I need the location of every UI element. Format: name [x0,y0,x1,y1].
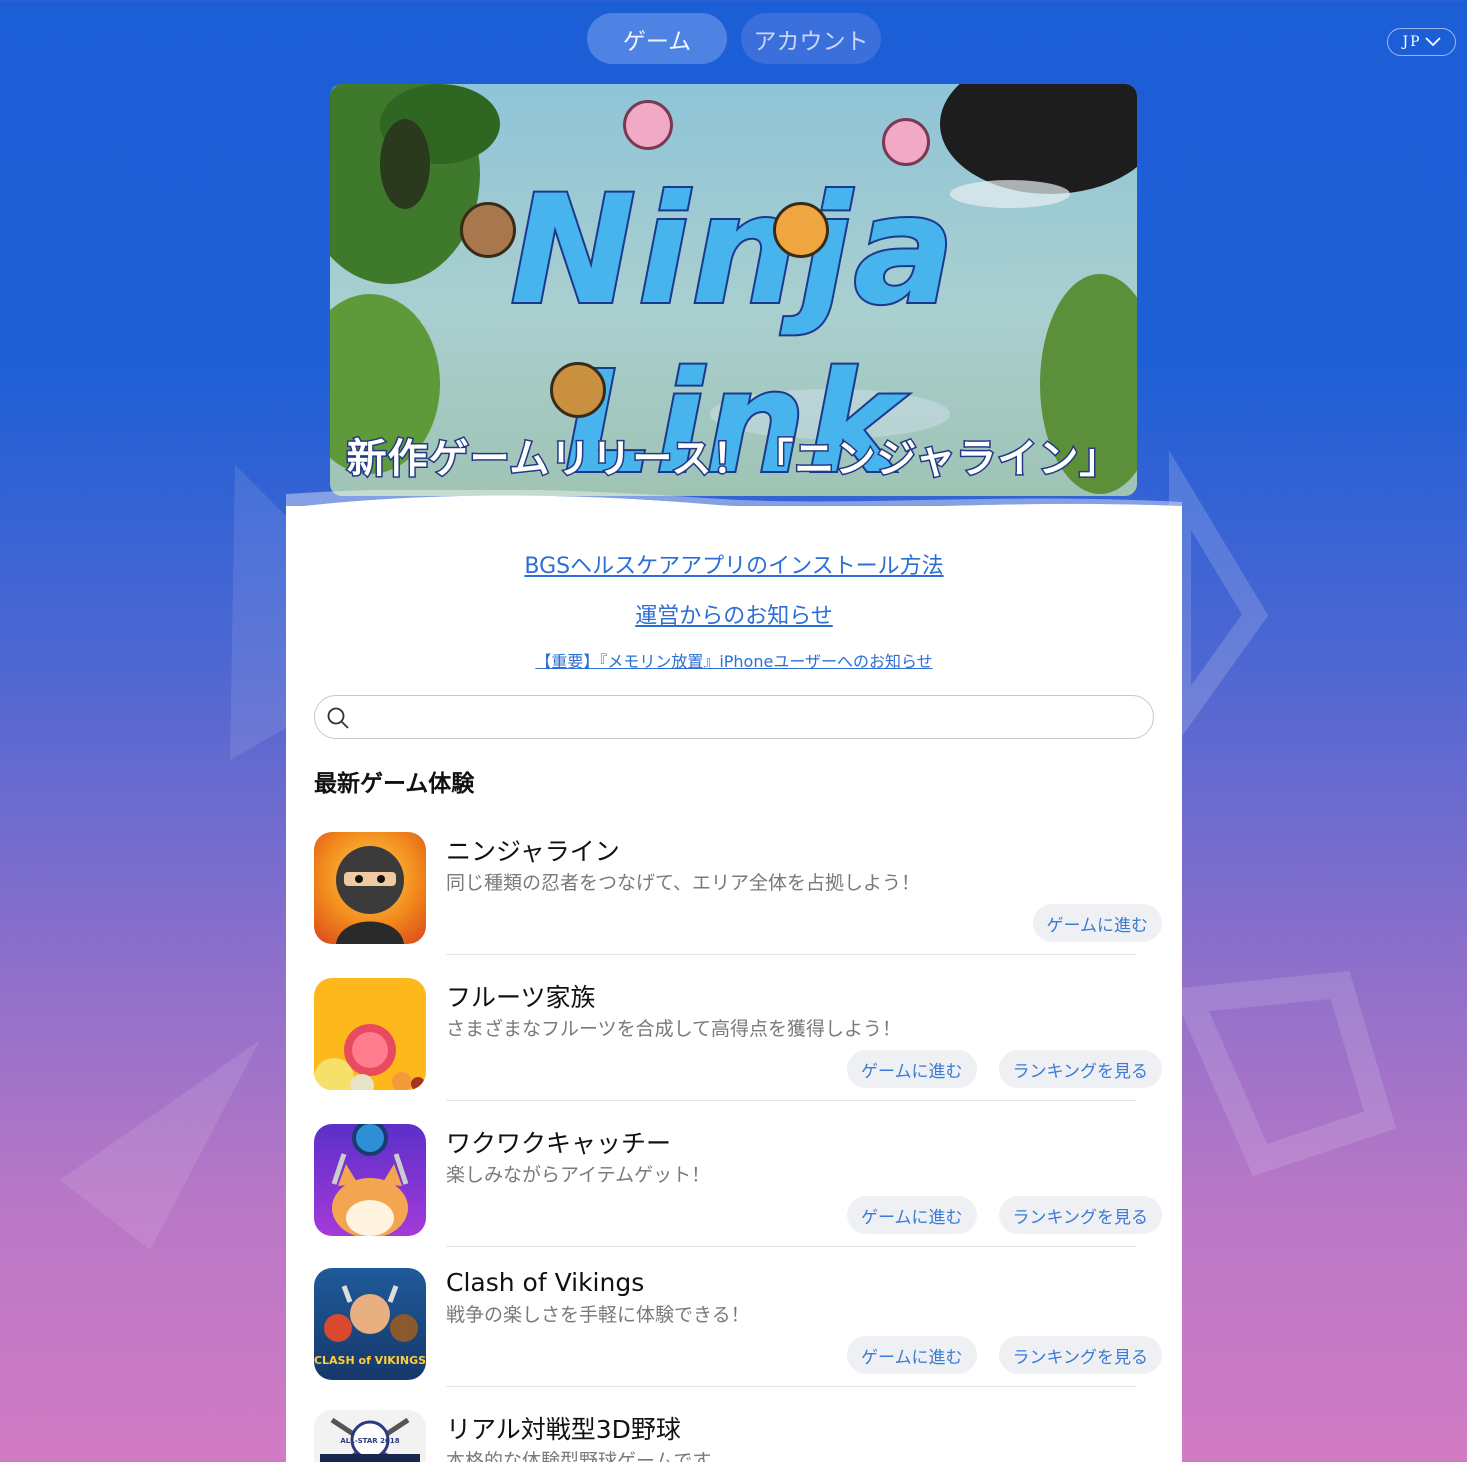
content-panel: BGSヘルスケアアプリのインストール方法 運営からのお知らせ 【重要】『メモリン… [286,490,1182,1462]
game-name: ニンジャライン [446,837,620,866]
view-ranking-button[interactable]: ランキングを見る [998,1196,1162,1234]
ninja-orange-icon [773,202,829,258]
game-actions: ゲームに進む ランキングを見る [847,1050,1162,1088]
install-guide-link[interactable]: BGSヘルスケアアプリのインストール方法 [286,548,1182,580]
search-input[interactable] [314,695,1154,739]
language-selector[interactable]: JP [1387,28,1456,56]
view-ranking-button[interactable]: ランキングを見る [998,1050,1162,1088]
game-actions: ゲームに進む ランキングを見る [847,1196,1162,1234]
notice-links: BGSヘルスケアアプリのインストール方法 運営からのお知らせ 【重要】『メモリン… [286,548,1182,672]
view-ranking-button[interactable]: ランキングを見る [998,1336,1162,1374]
baseball-logo-text: ALL-STAR 2018 [340,1437,399,1445]
game-description: 戦争の楽しさを手軽に体験できる！ [446,1304,750,1326]
top-nav: ゲーム アカウント [587,13,881,64]
tab-account[interactable]: アカウント [741,13,881,64]
banner-subtitle: 新作ゲームリリース！「ニンジャライン」 [345,435,1121,484]
game-actions: ゲームに進む [1032,904,1162,942]
game-name: リアル対戦型3D野球 [446,1415,681,1444]
game-icon-catcher[interactable] [314,1124,426,1236]
game-item: フルーツ家族 さまざまなフルーツを合成して高得点を獲得しよう！ ゲームに進む ラ… [314,978,1162,1090]
tab-games[interactable]: ゲーム [587,13,727,64]
game-icon-fruits[interactable] [314,978,426,1090]
play-game-button[interactable]: ゲームに進む [847,1336,977,1374]
divider [446,1246,1136,1247]
operator-notice-link[interactable]: 運営からのお知らせ [286,598,1182,630]
game-actions: ゲームに進む ランキングを見る [847,1336,1162,1374]
divider [446,954,1136,955]
play-game-button[interactable]: ゲームに進む [847,1196,977,1234]
game-icon-vikings[interactable]: CLASH of VIKINGS [314,1268,426,1380]
play-game-button[interactable]: ゲームに進む [1032,904,1162,942]
ninja-pink-icon [882,118,930,166]
divider [446,1100,1136,1101]
section-title: 最新ゲーム体験 [314,771,475,797]
important-notice-link[interactable]: 【重要】『メモリン放置』iPhoneユーザーへのお知らせ [286,648,1182,672]
game-description: さまざまなフルーツを合成して高得点を獲得しよう！ [446,1018,902,1040]
game-item: ワクワクキャッチー 楽しみながらアイテムゲット！ ゲームに進む ランキングを見る [314,1124,1162,1236]
game-item: ニンジャライン 同じ種類の忍者をつなげて、エリア全体を占拠しよう！ ゲームに進む [314,832,1162,944]
featured-banner[interactable]: Ninja Link 新作ゲームリリース！「ニンジャライン」 [330,84,1137,496]
game-icon-baseball[interactable]: ALL-STAR 2018 [314,1410,426,1462]
banner-title-line1: Ninja [508,162,957,340]
ninja-pink-icon [623,100,673,150]
game-name: Clash of Vikings [446,1268,645,1297]
panel-wave-top [286,490,1182,530]
play-game-button[interactable]: ゲームに進む [847,1050,977,1088]
ninja-brown-icon [550,362,606,418]
vikings-logo-text: CLASH of VIKINGS [314,1354,426,1367]
language-label: JP [1402,34,1422,50]
ninja-brown-icon [460,202,516,258]
game-item: ALL-STAR 2018 リアル対戦型3D野球 本格的な体験型野球ゲームです [314,1410,1162,1462]
divider [446,1386,1136,1387]
game-name: ワクワクキャッチー [446,1129,672,1158]
game-description: 楽しみながらアイテムゲット！ [446,1164,711,1186]
game-description: 同じ種類の忍者をつなげて、エリア全体を占拠しよう！ [446,872,921,894]
game-description: 本格的な体験型野球ゲームです [446,1450,712,1462]
game-item: CLASH of VIKINGS Clash of Vikings 戦争の楽しさ… [314,1268,1162,1380]
chevron-down-icon [1424,37,1441,47]
search-icon [327,707,349,729]
game-name: フルーツ家族 [446,983,596,1012]
game-icon-ninja[interactable] [314,832,426,944]
